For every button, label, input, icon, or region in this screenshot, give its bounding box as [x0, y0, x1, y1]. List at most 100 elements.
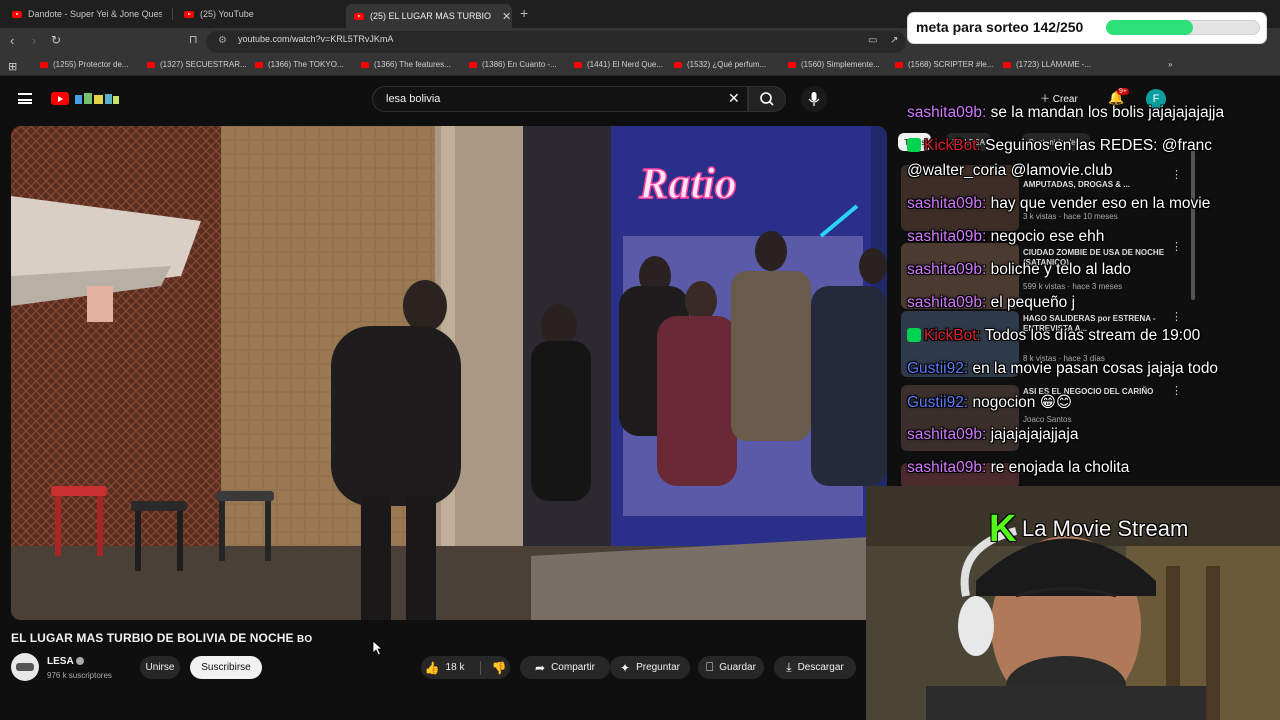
bookmark-label: (1366) The features...: [374, 60, 451, 69]
sparkle-icon: ✦: [620, 660, 631, 675]
more-options-icon[interactable]: ⋮: [1171, 384, 1182, 397]
chat-message: @walter_coria @lamovie.club: [907, 162, 1113, 180]
bookmark-item[interactable]: (1723) LLÁMAME -...: [1003, 60, 1091, 69]
subscribe-label: Suscribirse: [201, 662, 251, 673]
chat-message: Gustii92: en la movie pasan cosas jajaja…: [907, 360, 1218, 378]
bookmark-item[interactable]: (1532) ¿Qué perfum...: [674, 60, 766, 69]
channel-avatar[interactable]: [11, 653, 39, 681]
forward-icon[interactable]: ›: [32, 33, 36, 48]
bookmark-item[interactable]: (1366) The TOKYO...: [255, 60, 344, 69]
chat-text: re enojada la cholita: [990, 459, 1130, 476]
recommendation-meta: Joaco Santos: [1023, 415, 1072, 424]
chat-text: Seguinos en las REDES: @franc: [985, 137, 1212, 154]
share-label: Compartir: [551, 662, 595, 673]
join-button[interactable]: Unirse: [140, 656, 180, 679]
youtube-favicon-icon: [354, 12, 364, 20]
voice-search-button[interactable]: [801, 86, 827, 112]
close-tab-icon[interactable]: ✕: [502, 10, 511, 23]
bookmark-item[interactable]: (1255) Protector de...: [40, 60, 129, 69]
reload-icon[interactable]: ↻: [51, 33, 61, 47]
dislike-icon[interactable]: 👎: [491, 661, 506, 675]
bookmark-item[interactable]: (1441) El Nerd Que...: [574, 60, 663, 69]
browser-tab[interactable]: Dandote - Super Yei & Jone Quest ft: [12, 4, 162, 24]
create-button[interactable]: ＋ Crear: [1040, 90, 1078, 105]
sidebar-scrollbar[interactable]: [1191, 150, 1195, 300]
chat-text: jajajajajajjaja: [990, 426, 1079, 443]
channel-name[interactable]: LESA: [47, 656, 74, 667]
chat-message: sashita09b: se la mandan los bolis jajaj…: [907, 104, 1224, 122]
browser-tab-active[interactable]: (25) EL LUGAR MAS TURBIO D ✕: [346, 4, 512, 28]
chat-message: sashita09b: negocio ese ehh: [907, 228, 1104, 246]
youtube-favicon-icon: [788, 61, 796, 68]
notification-badge: 9+: [1117, 88, 1129, 95]
bookmark-label: (1568) SCRIPTER #le...: [908, 60, 994, 69]
title-suffix: BO: [297, 634, 313, 645]
like-icon[interactable]: 👍: [425, 661, 440, 675]
more-options-icon[interactable]: ⋮: [1171, 168, 1182, 181]
chat-username: KickBot:: [924, 137, 981, 154]
chat-message: sashita09b: boliche y telo al lado: [907, 261, 1131, 279]
apps-grid-icon[interactable]: ⊞: [8, 60, 17, 73]
chat-text: boliche y telo al lado: [990, 261, 1132, 278]
ask-label: Preguntar: [636, 662, 680, 673]
bookmark-item[interactable]: (1560) Simplemente...: [788, 60, 880, 69]
stream-name-label: La Movie Stream: [1022, 516, 1189, 541]
bookmarks-bar: ⊞ (1255) Protector de... (1327) SECUESTR…: [0, 56, 1280, 76]
search-button[interactable]: [748, 86, 786, 112]
chat-message: Gustii92: nogocion 😁😊: [907, 393, 1072, 412]
video-title-text: EL LUGAR MAS TURBIO DE BOLIVIA DE NOCHE: [11, 631, 294, 645]
subscribe-button[interactable]: Suscribirse: [190, 656, 262, 679]
youtube-logo-icon[interactable]: [51, 92, 69, 105]
neon-sign-text: Ratio: [638, 159, 737, 208]
chat-message: sashita09b: jajajajajajjaja: [907, 426, 1079, 444]
like-count[interactable]: 18 k: [446, 662, 465, 673]
tab-label: (25) YouTube: [200, 9, 254, 19]
youtube-doodle-icon[interactable]: [74, 92, 120, 105]
youtube-favicon-icon: [574, 61, 582, 68]
save-bookmark-icon: ⎕: [706, 660, 714, 674]
site-info-icon[interactable]: ⚙: [218, 35, 227, 46]
youtube-favicon-icon: [12, 10, 22, 18]
bookmark-item[interactable]: (1386) En Cuanto -...: [469, 60, 557, 69]
cast-icon[interactable]: ▭: [868, 35, 877, 46]
verified-check-icon: [76, 657, 84, 665]
share-button[interactable]: ➦ Compartir: [520, 656, 610, 679]
search-query-text: lesa bolivia: [386, 93, 441, 105]
chat-username: Gustii92:: [907, 394, 969, 411]
youtube-favicon-icon: [361, 61, 369, 68]
more-bookmarks-icon[interactable]: »: [1168, 60, 1172, 69]
more-options-icon[interactable]: ⋮: [1171, 240, 1182, 253]
ask-button[interactable]: ✦ Preguntar: [610, 656, 690, 679]
clear-search-icon[interactable]: ✕: [728, 90, 740, 107]
bookmark-label: (1441) El Nerd Que...: [587, 60, 664, 69]
chat-text: se la mandan los bolis jajajajajajja: [990, 104, 1225, 121]
kick-logo-text: K: [989, 508, 1017, 550]
bookmark-label: (1255) Protector de...: [53, 60, 129, 69]
search-icon: [760, 92, 774, 106]
recommendation-title[interactable]: AMPUTADAS, DROGAS & ...: [1023, 180, 1173, 190]
chat-text: @walter_coria @lamovie.club: [907, 162, 1113, 179]
chat-message: KickBot: Seguinos en las REDES: @franc: [907, 137, 1212, 155]
video-player[interactable]: Ratio: [11, 126, 887, 620]
mouse-cursor-icon: [372, 640, 384, 656]
back-icon[interactable]: ‹: [10, 33, 14, 48]
share-page-icon[interactable]: ↗: [890, 35, 898, 46]
youtube-favicon-icon: [255, 61, 263, 68]
bookmark-item[interactable]: (1568) SCRIPTER #le...: [895, 60, 993, 69]
menu-icon[interactable]: [18, 93, 32, 104]
youtube-favicon-icon: [184, 10, 194, 18]
browser-tab[interactable]: (25) YouTube: [184, 4, 334, 24]
bookmark-item[interactable]: (1327) SECUESTRAR...: [147, 60, 247, 69]
new-tab-icon[interactable]: +: [520, 5, 528, 21]
recommendation-meta: 599 k vistas · hace 3 meses: [1023, 282, 1123, 291]
chat-message: KickBot: Todos los días stream de 19:00: [907, 327, 1200, 345]
download-button[interactable]: ⤓ Descargar: [774, 656, 856, 679]
bookmark-item[interactable]: (1366) The features...: [361, 60, 451, 69]
more-options-icon[interactable]: ⋮: [1171, 310, 1182, 323]
bookmark-label: (1723) LLÁMAME -...: [1016, 60, 1092, 69]
bookmark-icon[interactable]: ⊓: [189, 33, 198, 46]
share-icon: ➦: [535, 660, 546, 675]
recommendation-meta: 3 k vistas · hace 10 meses: [1023, 212, 1118, 221]
save-button[interactable]: ⎕ Guardar: [698, 656, 764, 679]
youtube-favicon-icon: [40, 61, 48, 68]
